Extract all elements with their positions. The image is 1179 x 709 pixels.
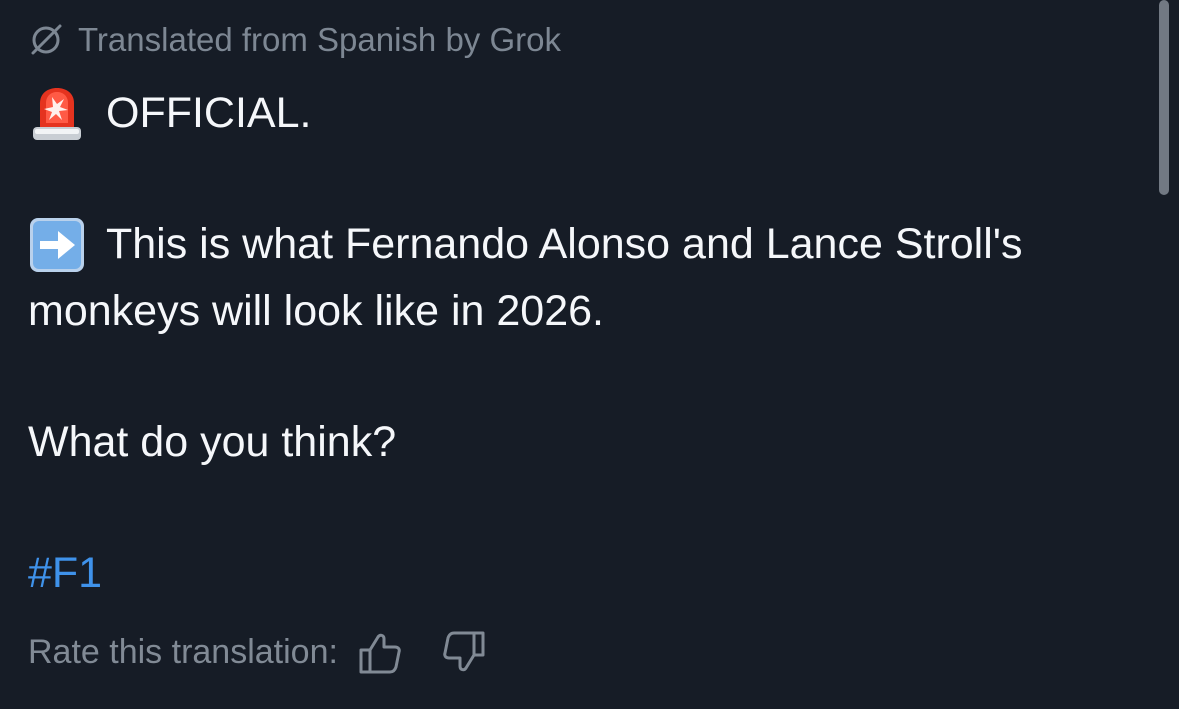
vertical-scrollbar[interactable] <box>1159 0 1169 195</box>
thumbs-up-icon <box>359 633 401 673</box>
rate-translation-label: Rate this translation: <box>28 632 338 671</box>
post-body: OFFICIAL. This is what Fernando Alonso a… <box>28 80 1143 607</box>
thumbs-up-button[interactable] <box>358 630 403 675</box>
paragraph-spacer-2 <box>28 345 1143 409</box>
translated-post: Translated from Spanish by Grok OFFICIAL… <box>28 18 1143 607</box>
translation-notice-text: Translated from Spanish by Grok <box>78 21 561 58</box>
police-car-light-emoji <box>33 87 81 140</box>
translation-rating-row: Rate this translation: <box>28 624 524 680</box>
post-line-main-continued: monkeys will look like in 2026. <box>28 278 1143 345</box>
hashtag-link[interactable]: #F1 <box>28 549 102 597</box>
post-main-text-line2: monkeys will look like in 2026. <box>28 287 604 335</box>
post-official-label: OFFICIAL. <box>106 89 312 137</box>
post-line-official: OFFICIAL. <box>28 80 1143 147</box>
post-main-text-line1: This is what Fernando Alonso and Lance S… <box>106 220 1023 268</box>
post-line-main: This is what Fernando Alonso and Lance S… <box>28 211 1143 278</box>
paragraph-spacer-3 <box>28 476 1143 540</box>
translation-notice: Translated from Spanish by Grok <box>28 18 1143 62</box>
post-question: What do you think? <box>28 418 397 466</box>
right-arrow-emoji <box>30 217 84 272</box>
thumbs-down-icon <box>443 631 485 671</box>
thumbs-down-button[interactable] <box>441 630 486 675</box>
post-line-question: What do you think? <box>28 409 1143 476</box>
grok-slash-icon <box>31 24 62 55</box>
post-line-hashtag: #F1 <box>28 540 1143 607</box>
